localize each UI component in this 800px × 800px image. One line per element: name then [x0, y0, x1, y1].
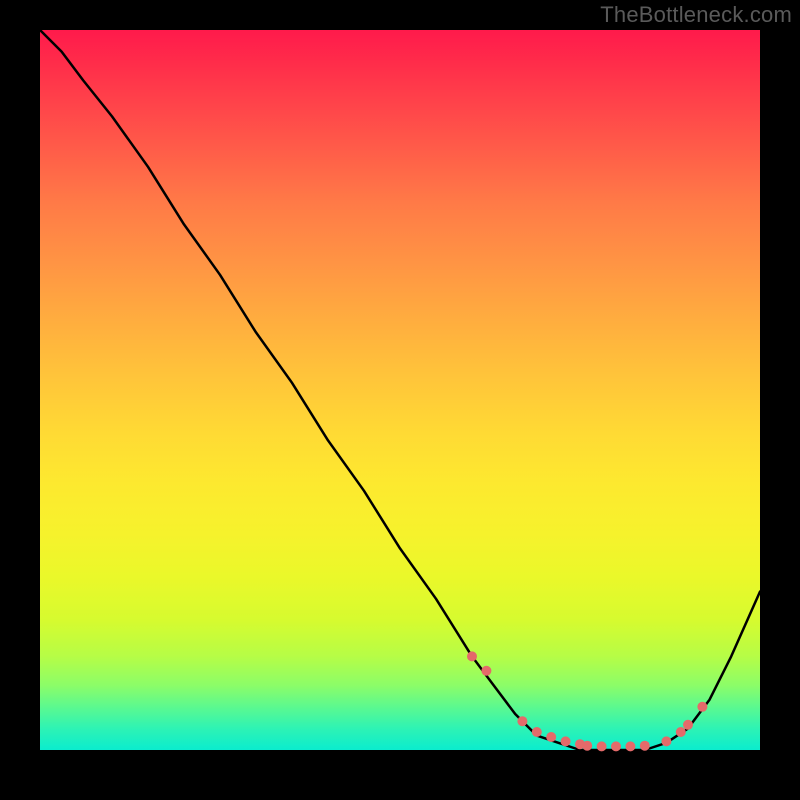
optimal-marker — [546, 732, 556, 742]
watermark-text: TheBottleneck.com — [600, 2, 792, 28]
plot-area — [40, 30, 760, 750]
optimal-marker — [517, 716, 527, 726]
optimal-marker — [561, 736, 571, 746]
chart-frame: TheBottleneck.com — [0, 0, 800, 800]
optimal-marker — [481, 666, 491, 676]
optimal-marker — [467, 651, 477, 661]
optimal-marker — [625, 741, 635, 751]
bottleneck-curve — [40, 30, 760, 750]
plot-svg — [40, 30, 760, 750]
optimal-range-markers — [467, 651, 707, 751]
optimal-marker — [697, 702, 707, 712]
optimal-marker — [683, 720, 693, 730]
optimal-marker — [532, 727, 542, 737]
optimal-marker — [661, 736, 671, 746]
optimal-marker — [640, 741, 650, 751]
optimal-marker — [597, 741, 607, 751]
optimal-marker — [676, 727, 686, 737]
optimal-marker — [611, 741, 621, 751]
optimal-marker — [582, 741, 592, 751]
